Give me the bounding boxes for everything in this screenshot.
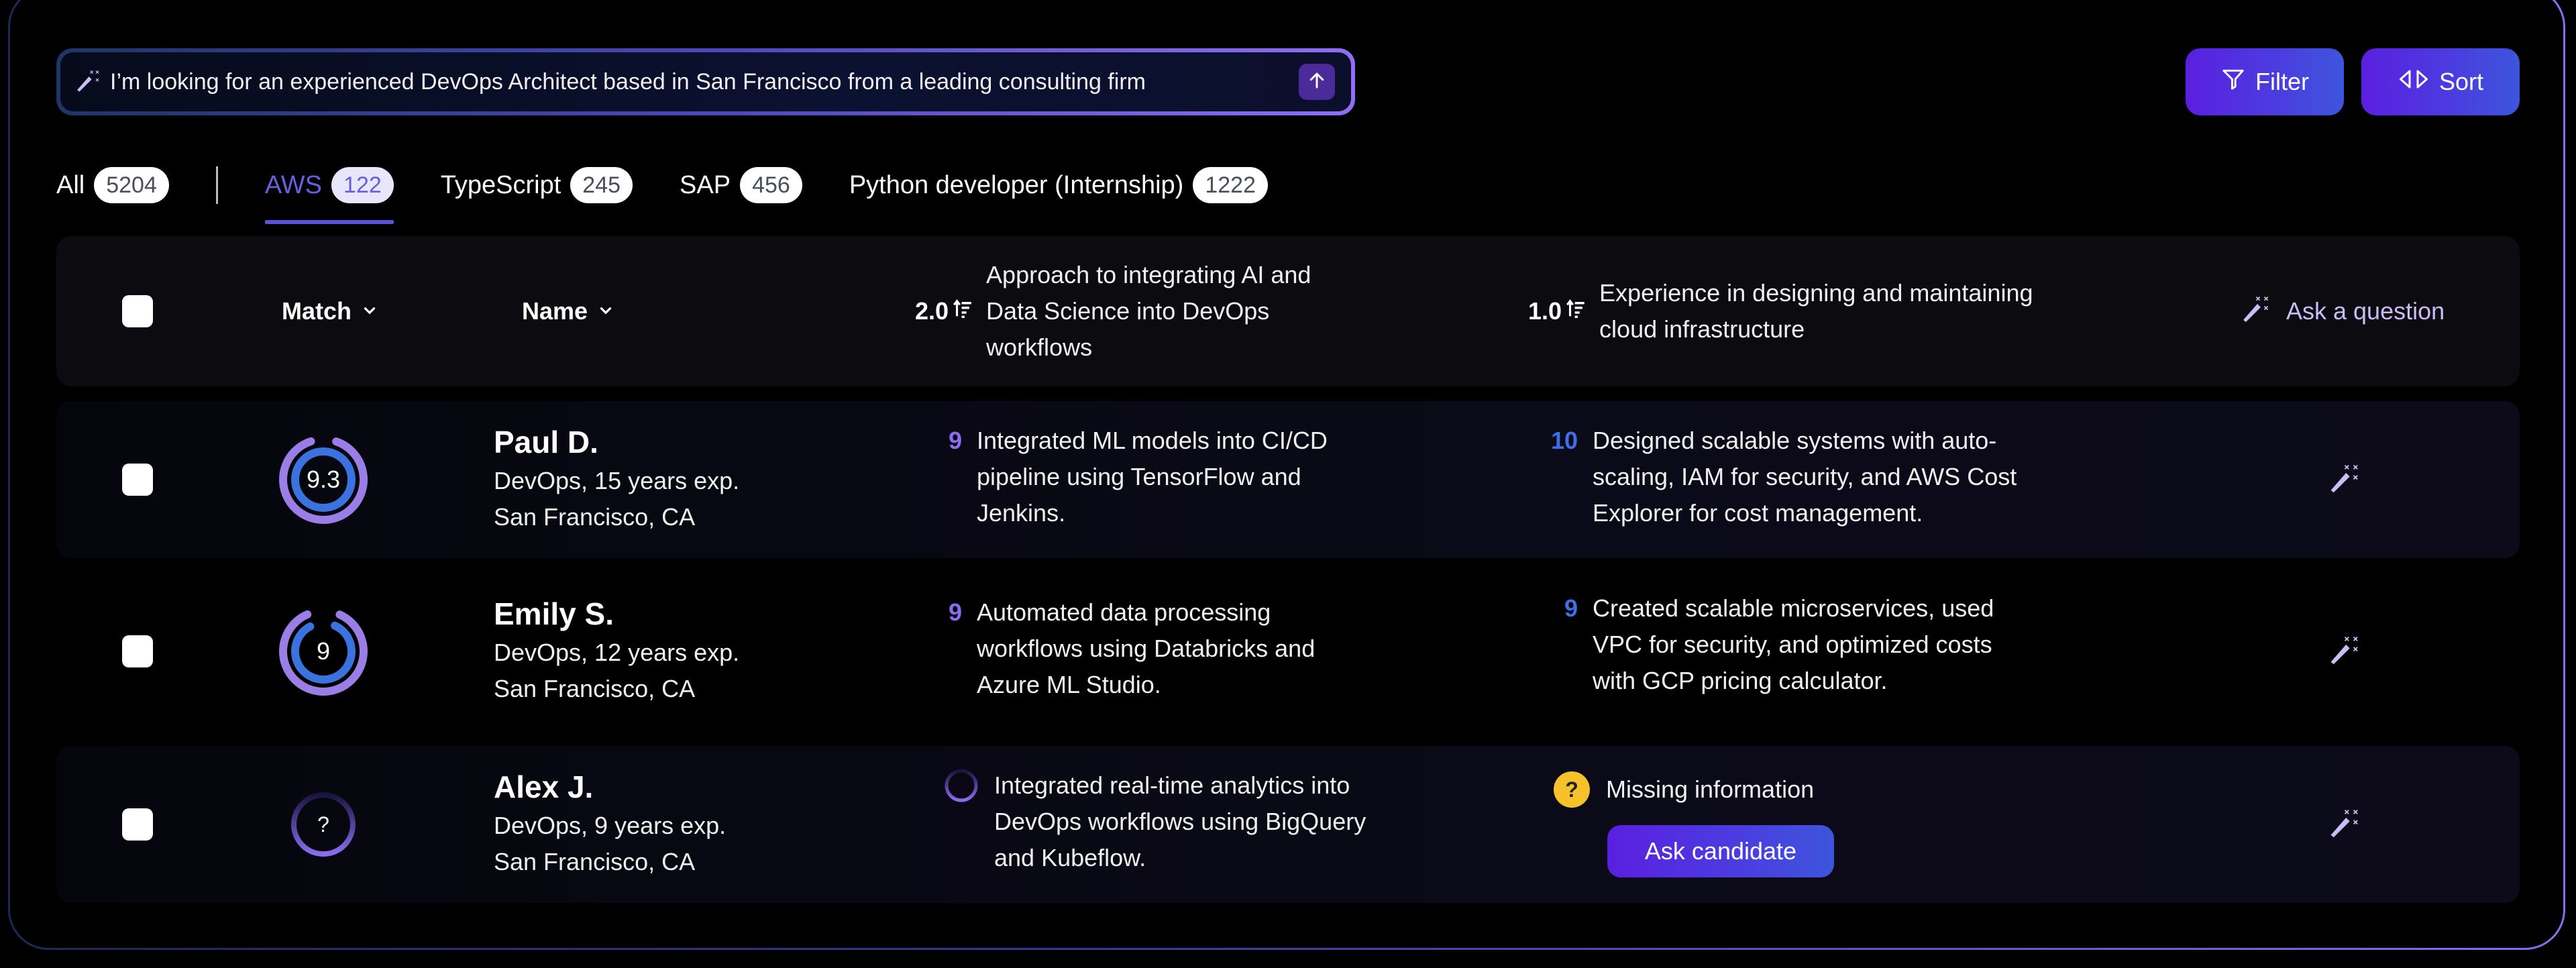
sort-label: Sort — [2438, 68, 2484, 95]
candidate-role: DevOps, 15 years exp. — [494, 467, 740, 494]
question-mark-icon: ? — [1554, 771, 1590, 808]
match-score: ? — [317, 812, 329, 837]
select-all-checkbox[interactable] — [122, 295, 153, 327]
tab-count-badge: 456 — [740, 167, 802, 203]
match-score: 9 — [316, 637, 331, 665]
answer-text: Created scalable microservices, used VPC… — [1593, 594, 1994, 694]
filter-button[interactable]: Filter — [2186, 48, 2344, 115]
answer-score: 10 — [1550, 427, 1578, 454]
sort-ascending-icon — [951, 297, 974, 326]
tab-aws[interactable]: AWS 122 — [264, 160, 394, 224]
candidate-name[interactable]: Alex J. — [494, 766, 726, 808]
match-column-header[interactable]: Match — [282, 236, 378, 386]
question-weight: 2.0 — [915, 297, 974, 326]
missing-information-status: ? Missing information — [1554, 771, 1814, 808]
match-score: 9.3 — [306, 466, 341, 493]
tab-sap[interactable]: SAP 456 — [680, 160, 802, 211]
tab-label: AWS — [264, 170, 323, 199]
ask-question-row-button[interactable] — [2326, 633, 2361, 671]
tab-count-badge: 122 — [331, 167, 394, 203]
tab-typescript[interactable]: TypeScript 245 — [441, 160, 633, 211]
table-header: Match Name 2.0 Approach to integrating A… — [56, 236, 2520, 386]
tab-label: TypeScript — [440, 170, 561, 199]
question-text: Experience in designing and maintaining … — [1599, 279, 2033, 343]
answer-text: Integrated ML models into CI/CD pipeline… — [977, 427, 1328, 527]
answer-cell-1: Integrated real-time analytics into DevO… — [943, 767, 1410, 876]
magic-wand-icon — [2239, 292, 2271, 331]
submit-search-button[interactable] — [1299, 64, 1335, 100]
chevron-down-icon — [361, 297, 378, 325]
candidate-info: Alex J. DevOps, 9 years exp. San Francis… — [494, 766, 726, 880]
magic-wand-icon — [74, 67, 101, 97]
question-column-header-2[interactable]: 1.0 Experience in designing and maintain… — [1528, 236, 2082, 386]
ask-question-button[interactable]: Ask a question — [2239, 236, 2445, 386]
table-row[interactable]: ? Alex J. DevOps, 9 years exp. San Franc… — [56, 746, 2520, 903]
match-score-gauge: 9 — [276, 604, 370, 698]
tab-count-badge: 245 — [570, 167, 633, 203]
candidate-info: Paul D. DevOps, 15 years exp. San Franci… — [494, 421, 739, 535]
tab-count-badge: 1222 — [1193, 167, 1268, 203]
answer-score: 9 — [948, 427, 962, 454]
filter-label: Filter — [2255, 68, 2309, 95]
candidate-role: DevOps, 9 years exp. — [494, 812, 727, 839]
weight-value: 2.0 — [915, 297, 949, 325]
name-column-header[interactable]: Name — [522, 236, 614, 386]
sort-icon — [2398, 68, 2430, 97]
candidate-location: San Francisco, CA — [494, 848, 696, 875]
tab-label: Python developer (Internship) — [849, 170, 1184, 199]
candidate-location: San Francisco, CA — [494, 675, 696, 702]
table-row[interactable]: 9.3 Paul D. DevOps, 15 years exp. San Fr… — [56, 401, 2520, 558]
ask-candidate-button[interactable]: Ask candidate — [1607, 825, 1834, 877]
search-bar[interactable]: I’m looking for an experienced DevOps Ar… — [56, 48, 1355, 115]
ask-question-label: Ask a question — [2286, 297, 2445, 325]
answer-cell-2: 10 Designed scalable systems with auto-s… — [1544, 423, 2035, 531]
match-score-gauge: 9.3 — [276, 433, 370, 527]
tab-python-internship[interactable]: Python developer (Internship) 1222 — [849, 160, 1268, 211]
tab-label: SAP — [680, 170, 731, 199]
magic-wand-icon — [2326, 810, 2361, 843]
name-header-label: Name — [522, 297, 588, 325]
answer-score: 9 — [948, 598, 962, 626]
missing-information-label: Missing information — [1606, 775, 1815, 803]
arrow-up-icon — [1307, 70, 1327, 94]
answer-cell-1: 9 Automated data processing workflows us… — [942, 594, 1379, 703]
sort-ascending-icon — [1564, 297, 1587, 326]
candidate-location: San Francisco, CA — [494, 503, 696, 531]
table-row[interactable]: 9 Emily S. DevOps, 12 years exp. San Fra… — [56, 573, 2520, 730]
tab-label: All — [56, 170, 85, 199]
candidate-role: DevOps, 12 years exp. — [494, 639, 740, 666]
chevron-down-icon — [597, 297, 614, 325]
row-checkbox[interactable] — [122, 635, 153, 667]
answer-text: Designed scalable systems with auto-scal… — [1593, 427, 2017, 527]
match-score-loading: ? — [276, 777, 370, 871]
magic-wand-icon — [2326, 465, 2361, 498]
candidate-name[interactable]: Paul D. — [494, 421, 739, 463]
answer-text: Integrated real-time analytics into DevO… — [994, 771, 1366, 871]
filter-icon — [2220, 66, 2246, 98]
tab-divider — [215, 166, 218, 204]
tab-count-badge: 5204 — [94, 167, 169, 203]
answer-cell-2: 9 Created scalable microservices, used V… — [1544, 590, 2035, 699]
loading-spinner-icon — [945, 769, 978, 802]
ask-question-row-button[interactable] — [2326, 461, 2361, 499]
weight-value: 1.0 — [1528, 297, 1562, 325]
match-header-label: Match — [282, 297, 352, 325]
answer-score: 9 — [1564, 594, 1578, 622]
answer-text: Automated data processing workflows usin… — [977, 598, 1316, 698]
answer-cell-1: 9 Integrated ML models into CI/CD pipeli… — [942, 423, 1379, 531]
question-text: Approach to integrating AI and Data Scie… — [986, 261, 1311, 361]
tab-all[interactable]: All 5204 — [56, 160, 169, 211]
row-checkbox[interactable] — [122, 808, 153, 841]
magic-wand-icon — [2326, 637, 2361, 670]
question-column-header-1[interactable]: 2.0 Approach to integrating AI and Data … — [915, 236, 1362, 386]
sort-button[interactable]: Sort — [2361, 48, 2520, 115]
candidate-info: Emily S. DevOps, 12 years exp. San Franc… — [494, 593, 739, 707]
search-input[interactable]: I’m looking for an experienced DevOps Ar… — [110, 69, 1299, 95]
row-checkbox[interactable] — [122, 464, 153, 496]
ask-question-row-button[interactable] — [2326, 806, 2361, 844]
candidate-name[interactable]: Emily S. — [494, 593, 739, 635]
filter-tabs: All 5204 AWS 122 TypeScript 245 SAP 456 … — [56, 160, 1268, 224]
question-weight: 1.0 — [1528, 297, 1587, 326]
